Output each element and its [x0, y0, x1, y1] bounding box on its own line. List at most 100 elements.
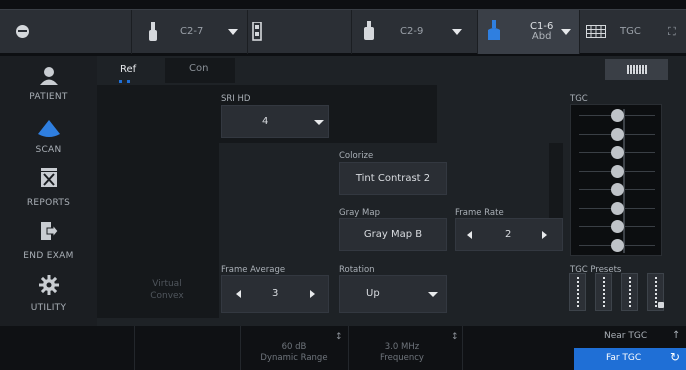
tgc-knob[interactable] — [611, 146, 624, 159]
frequency-label: Frequency — [380, 353, 424, 363]
bottom-slot-empty — [134, 326, 240, 370]
frame-rate-stepper[interactable]: 2 — [455, 218, 563, 251]
sidebar-item-label: END EXAM — [23, 251, 74, 261]
sidebar-item-utility[interactable]: UTILITY — [0, 271, 97, 323]
sidebar-item-label: SCAN — [35, 145, 62, 155]
preset-dots-icon — [655, 277, 657, 307]
sidebar-item-label: PATIENT — [29, 92, 68, 102]
sidebar-item-end-exam[interactable]: END EXAM — [0, 219, 97, 271]
probe-bar: C2-7 C2-9 C1-6 Abd TGC ⛶ — [0, 9, 686, 54]
probe-icon — [149, 22, 157, 41]
rotation-label: Rotation — [339, 265, 375, 275]
bottom-slot-empty — [462, 326, 572, 370]
layout-button[interactable] — [605, 59, 668, 80]
sri-hd-dropdown[interactable]: 4 — [221, 105, 329, 138]
frame-rate-label: Frame Rate — [455, 208, 504, 218]
increment-icon[interactable] — [542, 231, 547, 239]
far-tgc-button[interactable]: Far TGC ↻ — [574, 348, 686, 370]
probe-preset: Abd — [531, 31, 552, 42]
rotation-value: Up — [366, 288, 380, 299]
chevron-down-icon[interactable] — [452, 29, 462, 35]
tgc-knob[interactable] — [611, 238, 624, 252]
decrement-icon[interactable] — [236, 290, 241, 298]
tab-label: Ref — [120, 64, 137, 75]
tgc-knob[interactable] — [611, 127, 624, 141]
tgc-preset-1[interactable] — [569, 273, 586, 311]
sidebar-item-patient[interactable]: PATIENT — [0, 62, 97, 114]
tgc-toggle-label: TGC — [620, 26, 641, 37]
frequency-knob[interactable]: 3.0 MHz Frequency ↕ — [348, 326, 462, 370]
tab-label: Con — [189, 63, 209, 74]
page-indicator — [119, 80, 122, 83]
virtual-convex-button[interactable]: Virtual Convex — [127, 278, 207, 310]
up-down-icon: ↕ — [451, 332, 459, 342]
patient-icon — [40, 67, 58, 85]
tgc-knob[interactable] — [611, 164, 624, 178]
sidebar-item-scan[interactable]: SCAN — [0, 115, 97, 167]
sri-hd-label: SRI HD — [221, 94, 251, 104]
lock-icon — [658, 302, 664, 308]
page-indicator — [127, 80, 130, 83]
keyboard-icon — [586, 25, 606, 38]
sidebar-item-reports[interactable]: REPORTS — [0, 166, 97, 218]
dynamic-range-value: 60 dB — [281, 342, 307, 352]
chevron-down-icon[interactable] — [561, 29, 571, 35]
decrement-icon[interactable] — [467, 231, 472, 239]
expand-icon[interactable]: ⛶ — [668, 25, 676, 39]
colorize-button[interactable]: Tint Contrast 2 — [339, 162, 447, 195]
virtual-convex-label: Convex — [150, 291, 184, 301]
tgc-preset-4[interactable] — [647, 273, 664, 311]
gray-map-value: Gray Map B — [363, 229, 423, 240]
rotation-dropdown[interactable]: Up — [339, 275, 447, 313]
tab-con[interactable]: Con — [165, 58, 235, 83]
grid-icon — [627, 65, 647, 74]
sri-hd-value: 4 — [262, 116, 269, 127]
tgc-sliders[interactable] — [570, 104, 662, 256]
reports-icon — [41, 168, 57, 187]
sidebar: PATIENT SCAN REPORTS END EXAM UTILITY — [0, 56, 97, 326]
chevron-down-icon — [314, 120, 324, 125]
tgc-knob[interactable] — [611, 109, 624, 122]
frame-average-stepper[interactable]: 3 — [221, 275, 329, 313]
arrow-up-icon: ↑ — [672, 330, 681, 341]
gray-map-button[interactable]: Gray Map B — [339, 218, 447, 251]
tgc-knob[interactable] — [611, 201, 624, 215]
up-down-icon: ↕ — [335, 332, 343, 342]
colorize-label: Colorize — [339, 151, 374, 161]
scan-icon — [38, 120, 60, 137]
near-tgc-label: Near TGC — [604, 331, 648, 341]
chevron-down-icon — [428, 292, 438, 297]
preset-dots-icon — [603, 277, 605, 307]
frequency-value: 3.0 MHz — [384, 342, 420, 352]
gray-map-label: Gray Map — [339, 208, 380, 218]
tgc-preset-2[interactable] — [595, 273, 612, 311]
probe-label: C1-6 Abd — [530, 22, 553, 42]
dynamic-range-label: Dynamic Range — [260, 353, 328, 363]
virtual-convex-label: Virtual — [152, 279, 182, 289]
dynamic-range-knob[interactable]: 60 dB Dynamic Range ↕ — [240, 326, 348, 370]
record-icon — [16, 25, 29, 38]
tgc-preset-3[interactable] — [621, 273, 638, 311]
tgc-knob[interactable] — [611, 220, 624, 233]
tab-ref[interactable]: Ref — [107, 60, 165, 85]
far-tgc-label: Far TGC — [606, 353, 642, 363]
sidebar-item-label: UTILITY — [30, 303, 67, 313]
sidebar-item-label: REPORTS — [26, 198, 71, 208]
near-tgc-button[interactable]: Near TGC ↑ — [572, 326, 686, 348]
probe-icon — [364, 21, 374, 40]
probe-label: C2-9 — [400, 26, 424, 37]
probe-c2-7[interactable]: C2-7 — [132, 10, 248, 54]
probe-c2-9[interactable]: C2-9 — [352, 10, 478, 54]
probe-slot-empty[interactable] — [248, 10, 352, 54]
increment-icon[interactable] — [310, 290, 315, 298]
biopsy-icon — [252, 22, 262, 41]
tgc-label: TGC — [570, 94, 588, 104]
probe-c1-6-active[interactable]: C1-6 Abd — [478, 10, 580, 54]
chevron-down-icon[interactable] — [228, 29, 238, 35]
bottom-bar: 60 dB Dynamic Range ↕ 3.0 MHz Frequency … — [0, 326, 686, 370]
system-menu[interactable] — [0, 10, 132, 54]
reset-icon: ↻ — [670, 350, 681, 364]
tgc-knob[interactable] — [611, 183, 624, 196]
tgc-toggle[interactable]: TGC ⛶ — [580, 10, 686, 54]
probe-label: C2-7 — [180, 26, 204, 37]
